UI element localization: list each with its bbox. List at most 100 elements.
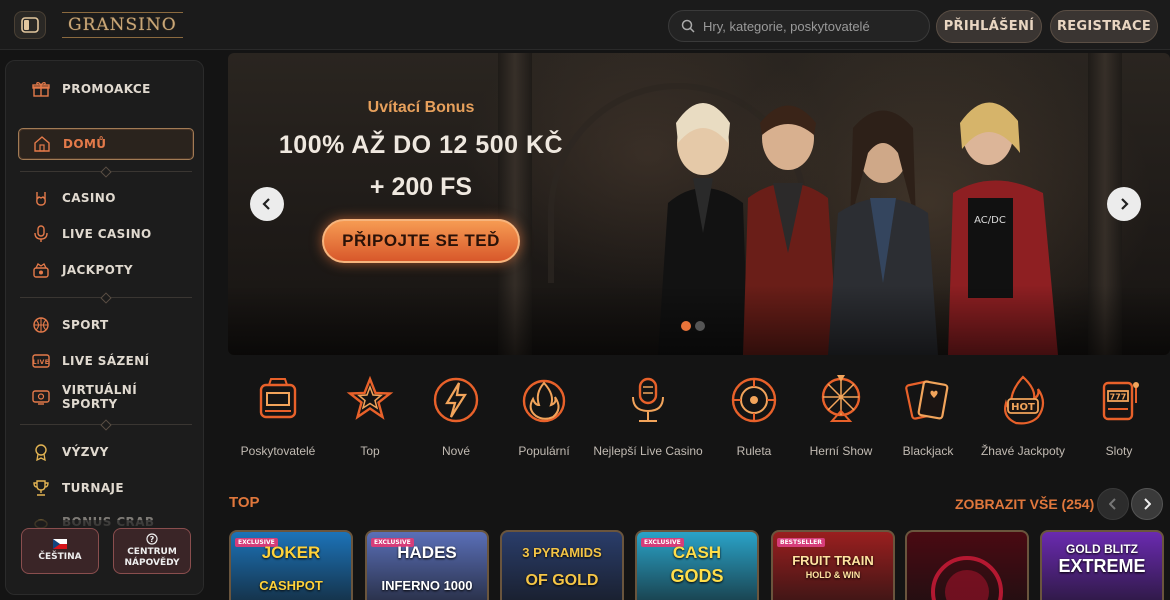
category-top[interactable]: Top — [320, 370, 420, 466]
virtual-sports-icon — [32, 388, 50, 406]
game-subtitle: CASHPOT — [259, 578, 323, 593]
sidebar-footer: ČEŠTINA ? CENTRUM NÁPOVĚDY — [6, 520, 203, 594]
category-zhave-jackpoty[interactable]: HOT Žhavé Jackpoty — [973, 370, 1073, 466]
sidebar-item-label: VIRTUÁLNÍ SPORTY — [62, 383, 138, 411]
sidebar-item-label: PROMOAKCE — [62, 82, 151, 96]
game-subtitle: GODS — [670, 566, 724, 586]
game-card[interactable]: 3 PYRAMIDS OF GOLD — [500, 530, 624, 600]
search-bar[interactable] — [668, 10, 930, 42]
sidebar-item-sport[interactable]: SPORT — [18, 310, 194, 340]
category-blackjack[interactable]: Blackjack — [878, 370, 978, 466]
hero-prev-button[interactable] — [250, 187, 284, 221]
show-all-link[interactable]: ZOBRAZIT VŠE (254) › — [955, 496, 1109, 512]
category-label: Top — [360, 444, 380, 458]
chevron-right-icon — [1144, 498, 1151, 510]
help-label-line1: CENTRUM — [127, 547, 177, 557]
svg-text:AC/DC: AC/DC — [974, 215, 1006, 226]
chevron-right-icon — [1121, 198, 1129, 210]
category-ruleta[interactable]: Ruleta — [704, 370, 804, 466]
sidebar-item-casino[interactable]: CASINO — [18, 183, 194, 213]
game-card[interactable] — [905, 530, 1029, 600]
game-subtitle: HOLD & WIN — [805, 570, 861, 580]
sidebar-item-promoakce[interactable]: PROMOAKCE — [18, 74, 194, 104]
logo-text: GRANSINO — [62, 12, 183, 38]
sidebar-toggle-button[interactable] — [14, 11, 46, 39]
category-label: Sloty — [1105, 444, 1133, 458]
basketball-icon — [32, 316, 50, 334]
site-logo[interactable]: GRANSINO — [62, 8, 183, 42]
category-label: Nejlepší Live Casino — [593, 444, 703, 458]
jackpot-icon — [32, 261, 50, 279]
top-section-title: TOP — [229, 494, 260, 511]
category-nejlepsi-live-casino[interactable]: Nejlepší Live Casino — [593, 370, 703, 466]
login-button[interactable]: PŘIHLÁŠENÍ — [936, 10, 1042, 43]
category-label: Populární — [518, 444, 570, 458]
game-card[interactable]: EXCLUSIVE JOKER CASHPOT — [229, 530, 353, 600]
join-now-button[interactable]: PŘIPOJTE SE TEĎ — [322, 219, 520, 263]
search-input[interactable] — [703, 18, 913, 34]
hot-icon: HOT — [993, 370, 1053, 430]
game-card[interactable]: EXCLUSIVE CASH GODS — [635, 530, 759, 600]
game-card[interactable]: BESTSELLER FRUIT TRAIN HOLD & WIN — [771, 530, 895, 600]
slot-machine-icon — [248, 370, 308, 430]
home-icon — [33, 135, 51, 153]
register-button[interactable]: REGISTRACE — [1050, 10, 1158, 43]
hero-next-button[interactable] — [1107, 187, 1141, 221]
hero-pagination — [681, 321, 705, 331]
games-prev-button[interactable] — [1097, 488, 1129, 520]
category-popularni[interactable]: Populární — [494, 370, 594, 466]
help-center-button[interactable]: ? CENTRUM NÁPOVĚDY — [113, 528, 191, 574]
sidebar-divider — [20, 297, 192, 298]
pagination-dot-active[interactable] — [681, 321, 691, 331]
sidebar-item-label: VÝZVY — [62, 445, 109, 459]
game-title: JOKER — [261, 543, 321, 562]
help-label-line2: NÁPOVĚDY — [124, 558, 180, 568]
trophy-icon — [32, 479, 50, 497]
game-title: 3 PYRAMIDS — [522, 545, 602, 560]
game-title: HADES — [397, 543, 457, 562]
language-button[interactable]: ČEŠTINA — [21, 528, 99, 574]
game-subtitle: EXTREME — [1058, 556, 1146, 576]
sidebar-item-jackpoty[interactable]: JACKPOTY — [18, 255, 194, 285]
microphone-icon — [32, 225, 50, 243]
flame-icon — [514, 370, 574, 430]
game-badge: BESTSELLER — [777, 538, 825, 547]
sidebar-item-turnaje[interactable]: TURNAJE — [18, 473, 194, 503]
sidebar: PROMOAKCE DOMŮ CASINO LIVE CASINO JACKPO… — [5, 60, 204, 595]
svg-text:HOT: HOT — [1011, 402, 1035, 413]
language-label: ČEŠTINA — [38, 552, 82, 562]
sidebar-item-live-casino[interactable]: LIVE CASINO — [18, 219, 194, 249]
lightning-icon — [426, 370, 486, 430]
top-header: GRANSINO PŘIHLÁŠENÍ REGISTRACE — [0, 0, 1170, 50]
category-poskytovatele[interactable]: Poskytovatelé — [228, 370, 328, 466]
sidebar-item-domu[interactable]: DOMŮ — [18, 128, 194, 160]
hero-title-line2: + 200 FS — [369, 173, 473, 201]
rock-hand-icon — [32, 189, 50, 207]
game-title: CASH — [672, 543, 722, 562]
sidebar-item-virtualni-sporty[interactable]: VIRTUÁLNÍ SPORTY — [18, 382, 194, 412]
sidebar-item-live-sazeni[interactable]: LIVE LIVE SÁZENÍ — [18, 346, 194, 376]
sidebar-item-label: DOMŮ — [63, 137, 107, 151]
category-herni-show[interactable]: Herní Show — [791, 370, 891, 466]
game-card[interactable]: GOLD BLITZ EXTREME — [1040, 530, 1164, 600]
game-subtitle: OF GOLD — [525, 572, 599, 589]
pagination-dot[interactable] — [695, 321, 705, 331]
sidebar-item-vyzvy[interactable]: VÝZVY — [18, 437, 194, 467]
category-strip: Poskytovatelé Top Nové Populární Nejlepš… — [228, 370, 1170, 466]
svg-text:777: 777 — [1110, 393, 1127, 402]
game-subtitle: INFERNO 1000 — [381, 578, 473, 593]
svg-text:?: ? — [150, 535, 155, 544]
hero-floor-shade — [228, 285, 1170, 355]
category-sloty[interactable]: 777 Sloty — [1069, 370, 1169, 466]
chevron-left-icon — [1109, 498, 1116, 510]
sidebar-divider — [20, 424, 192, 425]
hero-subtitle: Uvítací Bonus — [367, 99, 475, 116]
hero-banner[interactable]: AC/DC Uvítací Bonus 100% AŽ DO 12 500 KČ… — [228, 53, 1170, 355]
cards-icon — [898, 370, 958, 430]
games-next-button[interactable] — [1131, 488, 1163, 520]
star-icon — [340, 370, 400, 430]
game-card[interactable]: EXCLUSIVE HADES INFERNO 1000 — [365, 530, 489, 600]
game-title: FRUIT TRAIN — [792, 553, 874, 568]
category-nove[interactable]: Nové — [406, 370, 506, 466]
hero-title: 100% AŽ DO 12 500 KČ — [278, 131, 564, 159]
